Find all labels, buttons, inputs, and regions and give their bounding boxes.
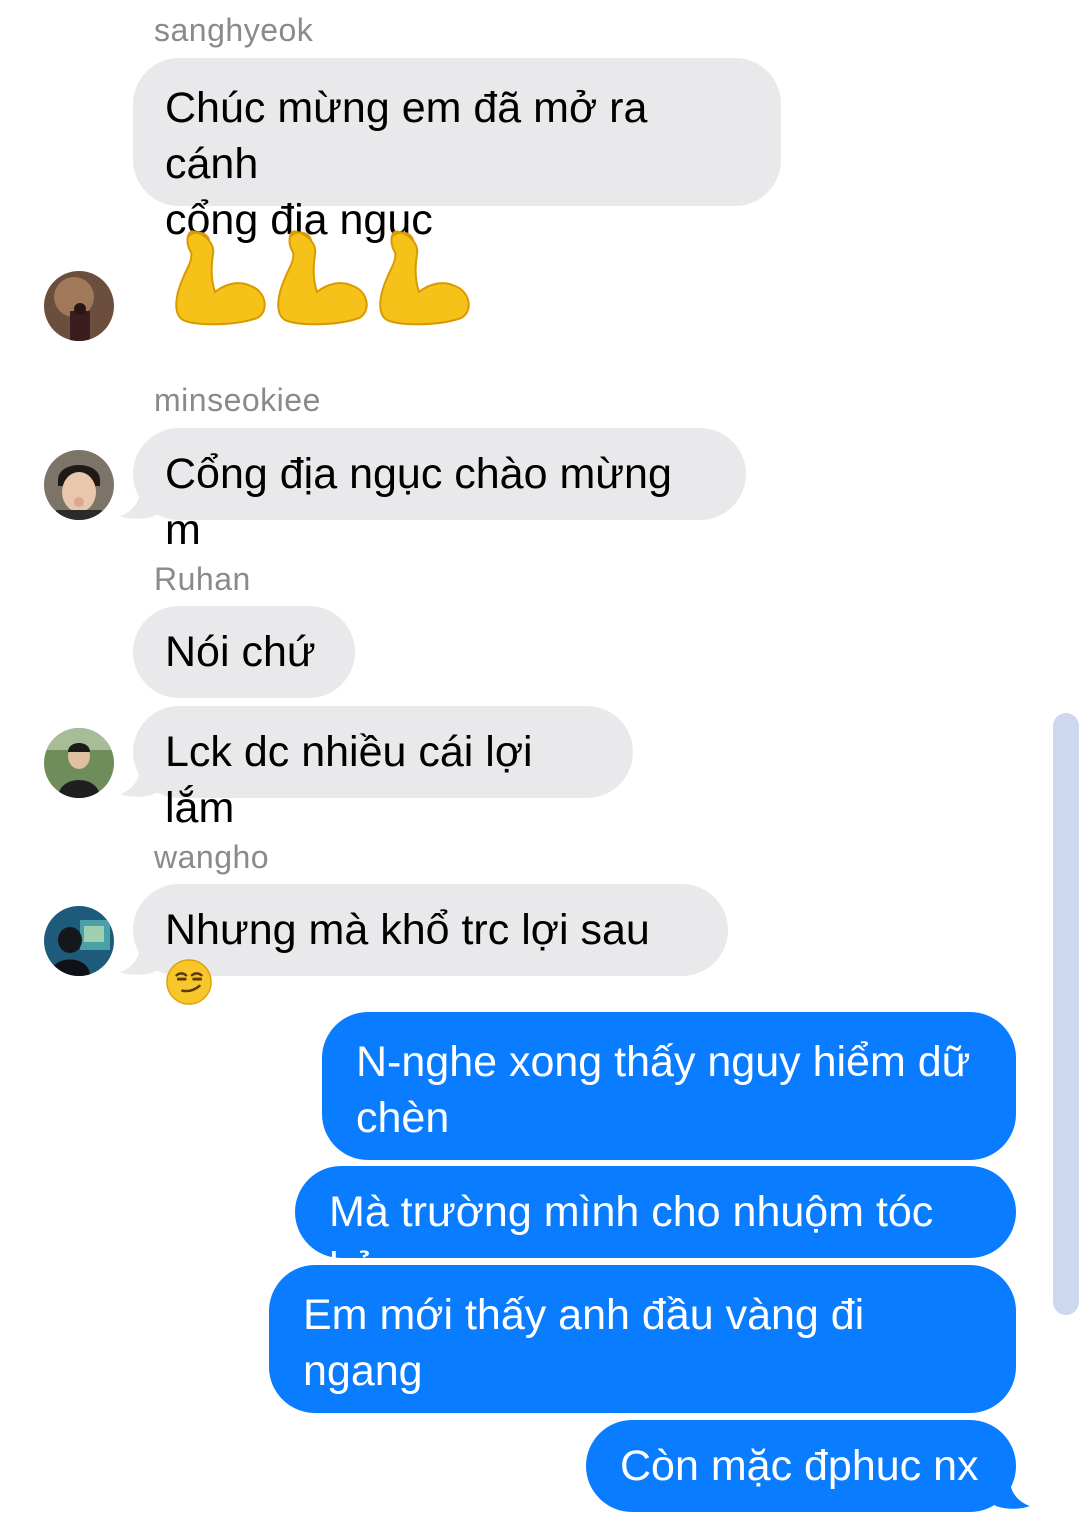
outgoing-message-bubble[interactable]: Còn mặc đphuc nx xyxy=(586,1420,1016,1512)
sender-name-ruhan: Ruhan xyxy=(154,561,251,597)
avatar-wangho[interactable] xyxy=(44,906,114,976)
outgoing-message-bubble[interactable]: Em mới thấy anh đầu vàng đi ngang qua xyxy=(269,1265,1016,1451)
flexed-biceps-emoji-row[interactable] xyxy=(165,222,475,327)
message-bubble[interactable]: Cổng địa ngục chào mừng m xyxy=(133,428,746,554)
message-bubble[interactable]: Nói chứ xyxy=(133,606,355,698)
message-bubble[interactable]: Chúc mừng em đã mở ra cánh cổng địa ngục xyxy=(133,58,781,244)
message-bubble[interactable]: Nhưng mà khổ trc lợi sau xyxy=(133,884,728,1005)
sender-name-wangho: wangho xyxy=(154,839,270,875)
message-line: N-nghe xong thấy nguy hiểm dữ xyxy=(356,1038,971,1086)
sender-name-minseokiee: minseokiee xyxy=(154,382,321,418)
message-bubble[interactable]: Lck dc nhiều cái lợi lắm xyxy=(133,706,633,832)
avatar-sanghyeok[interactable] xyxy=(44,271,114,341)
message-text: Nhưng mà khổ trc lợi sau xyxy=(165,906,650,954)
outgoing-message-bubble[interactable]: Mà trường mình cho nhuộm tóc hả xyxy=(295,1166,1016,1292)
message-line: chèn xyxy=(356,1094,450,1142)
message-line: Chúc mừng em đã mở ra cánh xyxy=(165,84,648,188)
smirking-face-emoji xyxy=(165,958,213,1020)
avatar-minseokiee[interactable] xyxy=(44,450,114,520)
avatar-ruhan[interactable] xyxy=(44,728,114,798)
outgoing-message-bubble[interactable]: N-nghe xong thấy nguy hiểm dữ chèn xyxy=(322,1012,1016,1160)
message-line: Em mới thấy anh đầu vàng đi ngang xyxy=(303,1291,865,1395)
scrollbar[interactable] xyxy=(1053,713,1079,1315)
sender-name-sanghyeok: sanghyeok xyxy=(154,12,314,48)
